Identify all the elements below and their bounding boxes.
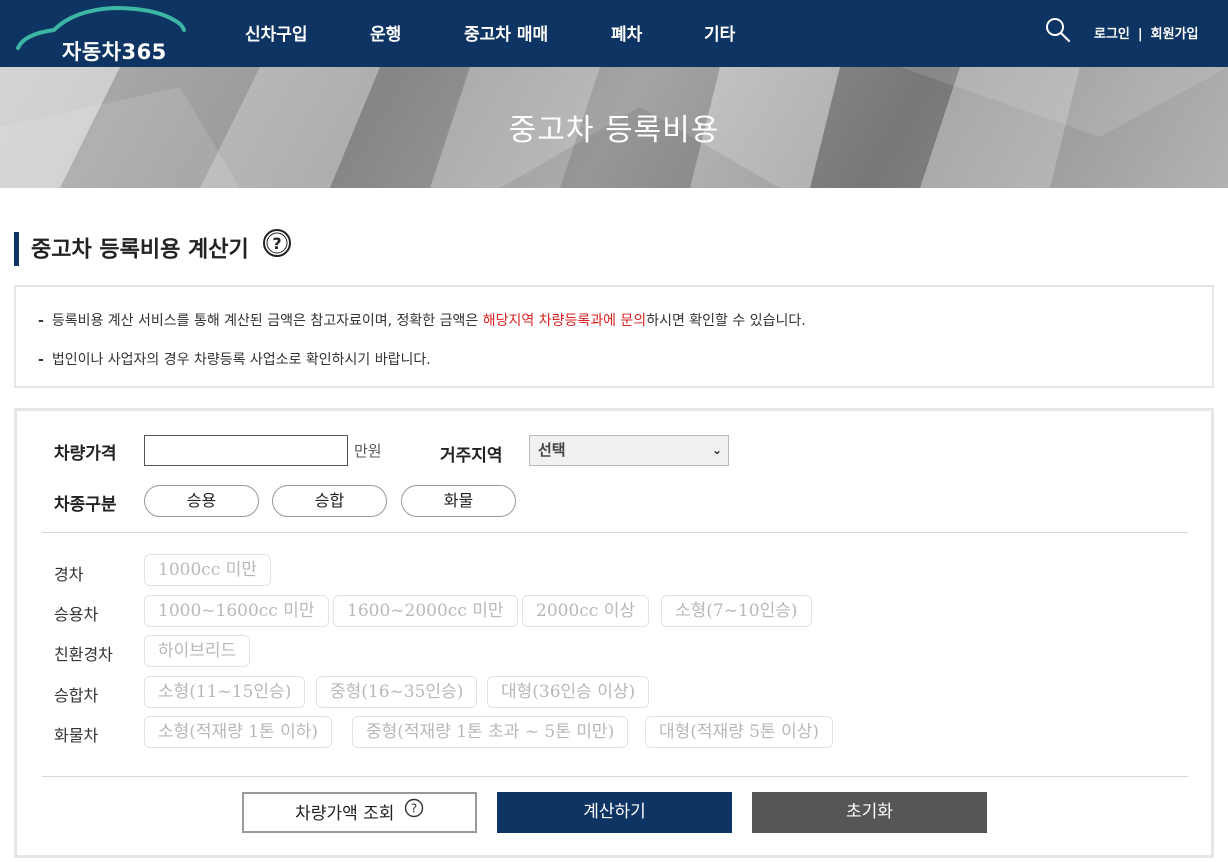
vehicle-type-truck[interactable]: 화물 [401, 485, 516, 517]
region-label: 거주지역 [440, 446, 503, 466]
site-header: 자동차365 신차구입 운행 중고차 매매 폐차 기타 로그인 | 회원가입 [0, 0, 1228, 67]
notice-box: - 등록비용 계산 서비스를 통해 계산된 금액은 참고자료이며, 정확한 금액은… [14, 285, 1214, 388]
notice-text: 등록비용 계산 서비스를 통해 계산된 금액은 참고자료이며, 정확한 금액은 [51, 313, 483, 329]
help-icon: ? [404, 793, 424, 833]
region-selected-value: 선택 [538, 441, 566, 459]
option-chip[interactable]: 대형(적재량 5톤 이상) [645, 716, 834, 748]
notice-text: 하시면 확인할 수 있습니다. [646, 313, 806, 329]
user-links-separator: | [1137, 27, 1143, 42]
section-title: 중고차 등록비용 계산기 ? [14, 229, 292, 266]
category-label-truck: 화물차 [54, 726, 99, 745]
chevron-down-icon: ⌄ [711, 443, 722, 457]
divider [42, 776, 1188, 777]
page-title: 중고차 등록비용 [508, 113, 720, 148]
svg-text:?: ? [273, 234, 282, 253]
category-label-light: 경차 [54, 565, 84, 584]
calculate-button[interactable]: 계산하기 [497, 792, 732, 833]
category-label-eco: 친환경차 [54, 645, 113, 664]
nav-item-new-car[interactable]: 신차구입 [245, 20, 308, 45]
option-chip[interactable]: 하이브리드 [144, 635, 251, 667]
notice-highlight: 해당지역 차량등록과에 문의 [482, 313, 647, 329]
option-chip[interactable]: 소형(적재량 1톤 이하) [144, 716, 333, 748]
bullet-dash: - [38, 352, 44, 368]
option-chip[interactable]: 소형(7~10인승) [661, 595, 812, 627]
option-chip[interactable]: 중형(16~35인승) [316, 676, 478, 708]
nav-item-used-car-trade[interactable]: 중고차 매매 [464, 20, 548, 45]
option-chip[interactable]: 2000cc 이상 [522, 595, 649, 627]
price-lookup-label: 차량가액 조회 [295, 804, 395, 824]
category-label-passenger: 승용차 [54, 605, 99, 624]
notice-line-1: - 등록비용 계산 서비스를 통해 계산된 금액은 참고자료이며, 정확한 금액은… [38, 310, 806, 330]
region-select[interactable]: 선택 ⌄ [529, 435, 729, 466]
option-chip[interactable]: 1000~1600cc 미만 [144, 595, 329, 627]
hero-banner: 중고차 등록비용 [0, 67, 1228, 188]
option-chip[interactable]: 대형(36인승 이상) [487, 676, 650, 708]
vehicle-type-van[interactable]: 승합 [272, 485, 387, 517]
option-chip[interactable]: 소형(11~15인승) [144, 676, 306, 708]
search-icon[interactable] [1044, 16, 1072, 44]
nav-item-etc[interactable]: 기타 [704, 20, 735, 45]
price-lookup-button[interactable]: 차량가액 조회 ? [242, 792, 477, 833]
price-unit: 만원 [354, 442, 382, 460]
signup-link[interactable]: 회원가입 [1151, 27, 1199, 42]
vehicle-type-passenger[interactable]: 승용 [144, 485, 259, 517]
price-label: 차량가격 [54, 444, 117, 464]
help-icon[interactable]: ? [262, 228, 292, 269]
nav-item-scrap[interactable]: 폐차 [611, 20, 642, 45]
logo-text: 자동차365 [62, 40, 167, 64]
option-chip[interactable]: 1600~2000cc 미만 [333, 595, 518, 627]
svg-text:?: ? [411, 801, 417, 815]
reset-button[interactable]: 초기화 [752, 792, 987, 833]
notice-line-2: - 법인이나 사업자의 경우 차량등록 사업소로 확인하시기 바랍니다. [38, 349, 431, 369]
section-title-text: 중고차 등록비용 계산기 [31, 237, 249, 263]
divider [42, 532, 1188, 533]
vehicle-type-label: 차종구분 [54, 495, 117, 515]
user-links: 로그인 | 회원가입 [1094, 23, 1198, 42]
vehicle-price-input[interactable] [144, 435, 348, 466]
site-logo[interactable]: 자동차365 [14, 4, 189, 64]
bullet-dash: - [38, 313, 44, 329]
login-link[interactable]: 로그인 [1094, 27, 1130, 42]
option-chip[interactable]: 1000cc 미만 [144, 554, 271, 586]
category-label-van: 승합차 [54, 686, 99, 705]
option-chip[interactable]: 중형(적재량 1톤 초과 ~ 5톤 미만) [352, 716, 629, 748]
notice-text: 법인이나 사업자의 경우 차량등록 사업소로 확인하시기 바랍니다. [51, 352, 431, 368]
nav-item-driving[interactable]: 운행 [370, 20, 401, 45]
calculator-form: 차량가격 만원 거주지역 선택 ⌄ 차종구분 승용 승합 화물 경차 1000c… [14, 408, 1214, 858]
